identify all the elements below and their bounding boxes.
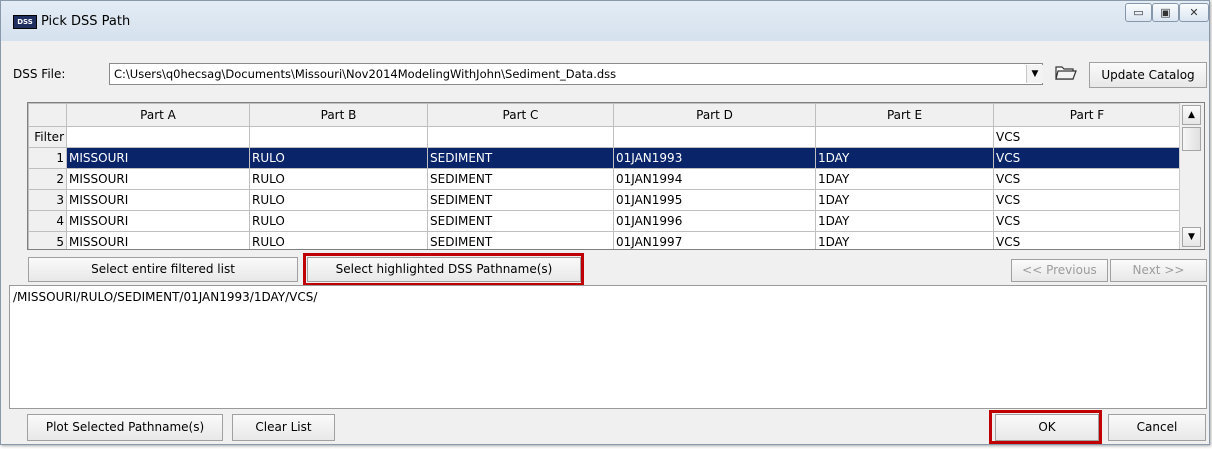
table-row[interactable]: 1 MISSOURI RULO SEDIMENT 01JAN1993 1DAY … xyxy=(28,147,1181,169)
table-cell[interactable]: RULO xyxy=(249,189,428,211)
annotation-highlight-box xyxy=(303,253,584,286)
previous-button[interactable]: << Previous xyxy=(1011,259,1108,282)
clear-list-button[interactable]: Clear List xyxy=(232,414,335,441)
minimize-button[interactable]: ▭ xyxy=(1125,3,1152,22)
update-catalog-button[interactable]: Update Catalog xyxy=(1089,62,1207,88)
annotation-highlight-box xyxy=(989,410,1102,444)
corner-header xyxy=(28,103,67,127)
table-row[interactable]: 3 MISSOURI RULO SEDIMENT 01JAN1995 1DAY … xyxy=(28,189,1181,211)
maximize-button[interactable]: ▣ xyxy=(1152,3,1179,22)
table-cell[interactable]: SEDIMENT xyxy=(427,210,614,232)
dss-app-icon: DSS xyxy=(13,15,37,29)
row-number: 4 xyxy=(28,210,67,232)
table-cell[interactable]: MISSOURI xyxy=(66,210,250,232)
filter-cell[interactable] xyxy=(815,126,994,148)
dss-file-combobox[interactable]: C:\Users\q0hecsag\Documents\Missouri\Nov… xyxy=(109,63,1043,85)
filter-cell[interactable]: VCS xyxy=(993,126,1181,148)
grid-vertical-scrollbar[interactable]: ▲ ▼ xyxy=(1179,103,1204,249)
cancel-button[interactable]: Cancel xyxy=(1108,414,1206,441)
table-cell[interactable]: MISSOURI xyxy=(66,168,250,190)
dss-file-label: DSS File: xyxy=(13,67,66,81)
table-cell[interactable]: VCS xyxy=(993,231,1181,249)
plot-selected-pathnames-button[interactable]: Plot Selected Pathname(s) xyxy=(27,414,223,441)
filter-label: Filter xyxy=(28,126,67,148)
table-cell[interactable]: RULO xyxy=(249,210,428,232)
select-entire-filtered-list-button[interactable]: Select entire filtered list xyxy=(28,257,298,282)
column-header[interactable]: Part A xyxy=(66,103,250,127)
table-cell[interactable]: RULO xyxy=(249,147,428,169)
pathname-table: Part A Part B Part C Part D Part E Part … xyxy=(28,103,1181,249)
filter-cell[interactable] xyxy=(249,126,428,148)
row-number: 1 xyxy=(28,147,67,169)
table-cell[interactable]: 01JAN1995 xyxy=(613,189,816,211)
table-row[interactable]: 4 MISSOURI RULO SEDIMENT 01JAN1996 1DAY … xyxy=(28,210,1181,232)
title-bar: DSS Pick DSS Path ▭ ▣ ✕ xyxy=(1,1,1209,41)
table-cell[interactable]: 01JAN1993 xyxy=(613,147,816,169)
column-header[interactable]: Part F xyxy=(993,103,1181,127)
pathname-grid: Part A Part B Part C Part D Part E Part … xyxy=(27,102,1205,250)
scroll-thumb[interactable] xyxy=(1182,127,1201,151)
table-cell[interactable]: SEDIMENT xyxy=(427,231,614,249)
row-number: 2 xyxy=(28,168,67,190)
selected-pathnames-list[interactable]: /MISSOURI/RULO/SEDIMENT/01JAN1993/1DAY/V… xyxy=(9,285,1207,409)
list-item[interactable]: /MISSOURI/RULO/SEDIMENT/01JAN1993/1DAY/V… xyxy=(13,290,1203,304)
table-cell[interactable]: 1DAY xyxy=(815,210,994,232)
filter-cell[interactable] xyxy=(66,126,250,148)
table-cell[interactable]: RULO xyxy=(249,168,428,190)
window-title: Pick DSS Path xyxy=(41,14,131,29)
table-cell[interactable]: VCS xyxy=(993,210,1181,232)
table-cell[interactable]: 1DAY xyxy=(815,147,994,169)
table-cell[interactable]: 1DAY xyxy=(815,189,994,211)
column-header[interactable]: Part E xyxy=(815,103,994,127)
table-cell[interactable]: 01JAN1994 xyxy=(613,168,816,190)
close-button[interactable]: ✕ xyxy=(1179,3,1209,22)
chevron-down-icon[interactable]: ▼ xyxy=(1026,65,1043,83)
next-button[interactable]: Next >> xyxy=(1110,259,1207,282)
table-cell[interactable]: VCS xyxy=(993,168,1181,190)
column-header[interactable]: Part B xyxy=(249,103,428,127)
table-row[interactable]: 5 MISSOURI RULO SEDIMENT 01JAN1997 1DAY … xyxy=(28,231,1181,249)
table-cell[interactable]: 1DAY xyxy=(815,168,994,190)
table-cell[interactable]: VCS xyxy=(993,189,1181,211)
scroll-up-arrow-icon[interactable]: ▲ xyxy=(1182,105,1201,125)
table-row[interactable]: 2 MISSOURI RULO SEDIMENT 01JAN1994 1DAY … xyxy=(28,168,1181,190)
table-cell[interactable]: MISSOURI xyxy=(66,147,250,169)
table-cell[interactable]: 01JAN1997 xyxy=(613,231,816,249)
filter-cell[interactable] xyxy=(613,126,816,148)
table-cell[interactable]: SEDIMENT xyxy=(427,189,614,211)
column-header[interactable]: Part C xyxy=(427,103,614,127)
table-cell[interactable]: SEDIMENT xyxy=(427,168,614,190)
table-cell[interactable]: MISSOURI xyxy=(66,231,250,249)
table-cell[interactable]: RULO xyxy=(249,231,428,249)
row-number: 3 xyxy=(28,189,67,211)
table-cell[interactable]: VCS xyxy=(993,147,1181,169)
open-folder-icon[interactable] xyxy=(1049,63,1083,86)
pick-dss-path-dialog: DSS Pick DSS Path ▭ ▣ ✕ DSS File: C:\Use… xyxy=(0,0,1210,445)
table-cell[interactable]: SEDIMENT xyxy=(427,147,614,169)
column-header[interactable]: Part D xyxy=(613,103,816,127)
filter-row: Filter VCS xyxy=(28,126,1181,148)
table-cell[interactable]: MISSOURI xyxy=(66,189,250,211)
filter-cell[interactable] xyxy=(427,126,614,148)
scroll-down-arrow-icon[interactable]: ▼ xyxy=(1182,227,1201,247)
row-number: 5 xyxy=(28,231,67,249)
table-cell[interactable]: 01JAN1996 xyxy=(613,210,816,232)
table-cell[interactable]: 1DAY xyxy=(815,231,994,249)
table-header-row: Part A Part B Part C Part D Part E Part … xyxy=(28,103,1181,127)
